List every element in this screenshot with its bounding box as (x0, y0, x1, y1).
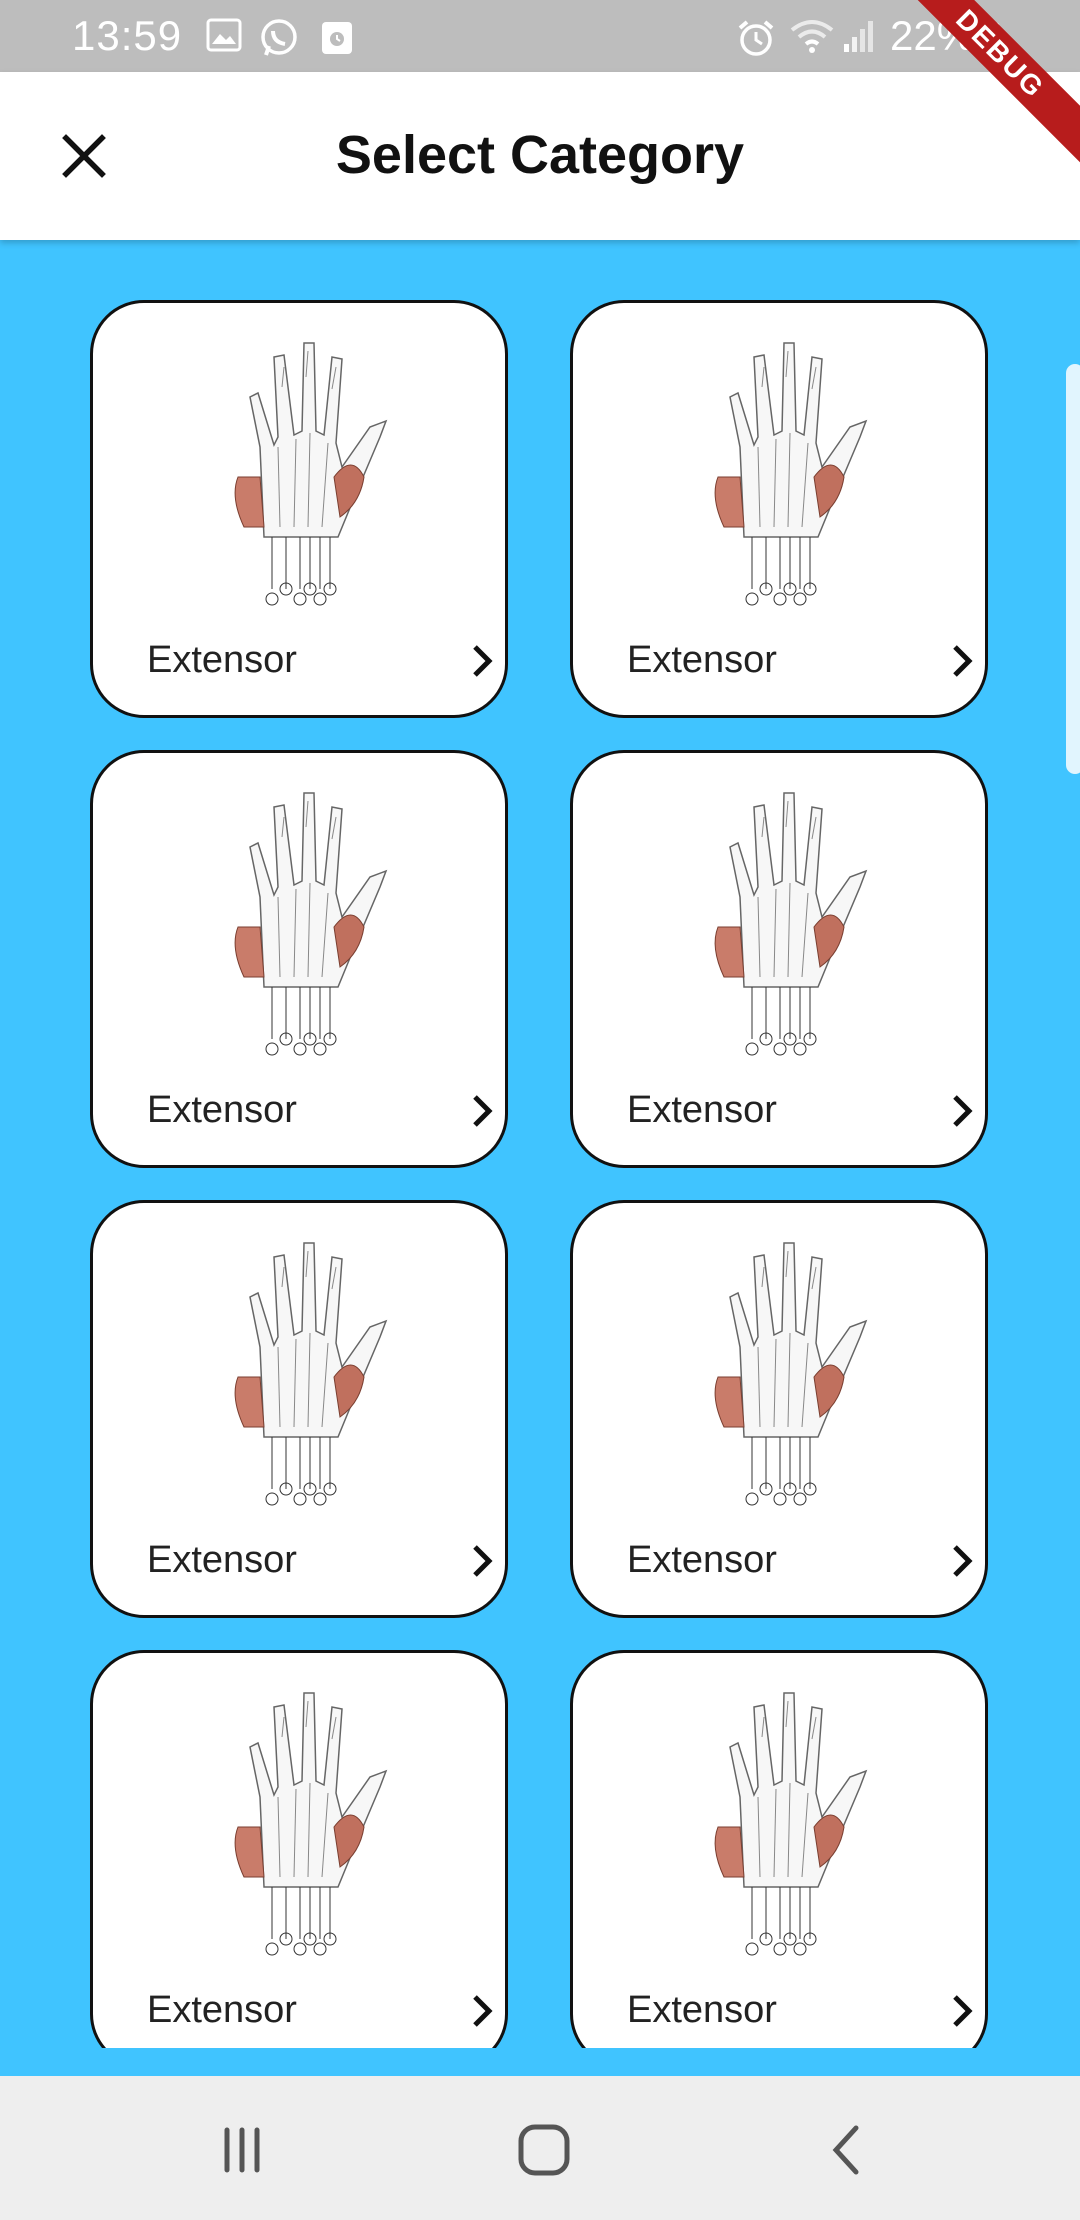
category-card[interactable]: Extensor (90, 300, 508, 718)
recents-icon (224, 2127, 260, 2173)
hand-anatomy-image (714, 1242, 868, 1506)
card-label: Extensor (627, 639, 777, 681)
category-card[interactable]: Extensor (570, 1200, 988, 1618)
chevron-right-icon (473, 1995, 493, 2027)
back-button[interactable] (806, 2120, 886, 2180)
hand-anatomy-image (234, 1242, 388, 1506)
category-card[interactable]: Extensor (570, 1650, 988, 2048)
calendar-icon (322, 22, 352, 54)
signal-icon (844, 21, 873, 52)
wifi-icon (790, 20, 834, 53)
card-label: Extensor (147, 1539, 297, 1581)
chevron-right-icon (473, 1095, 493, 1127)
home-button[interactable] (504, 2120, 584, 2180)
hand-anatomy-image (714, 792, 868, 1056)
status-bar: 13:59 22% (0, 0, 1080, 72)
chevron-right-icon (953, 645, 973, 677)
card-label: Extensor (627, 1089, 777, 1131)
chevron-right-icon (473, 645, 493, 677)
category-card[interactable]: Extensor (90, 1650, 508, 2048)
category-card[interactable]: Extensor (570, 750, 988, 1168)
card-label: Extensor (147, 1089, 297, 1131)
system-nav-bar (0, 2076, 1080, 2220)
image-icon (206, 18, 242, 52)
card-label: Extensor (147, 639, 297, 681)
chevron-right-icon (473, 1545, 493, 1577)
alarm-icon (738, 20, 774, 56)
card-label: Extensor (147, 1989, 297, 2031)
whatsapp-icon (261, 19, 297, 56)
card-label: Extensor (627, 1989, 777, 2031)
home-icon (518, 2124, 570, 2176)
hand-anatomy-image (234, 1692, 388, 1956)
chevron-right-icon (953, 1995, 973, 2027)
recents-button[interactable] (202, 2120, 282, 2180)
chevron-right-icon (953, 1095, 973, 1127)
app-bar: Select Category (0, 72, 1080, 240)
hand-anatomy-image (234, 792, 388, 1056)
card-label: Extensor (627, 1539, 777, 1581)
page-title: Select Category (335, 125, 745, 185)
scrollbar[interactable] (1066, 364, 1080, 774)
status-time: 13:59 (72, 12, 183, 59)
chevron-right-icon (953, 1545, 973, 1577)
category-card[interactable]: Extensor (570, 300, 988, 718)
category-card[interactable]: Extensor (90, 750, 508, 1168)
hand-anatomy-image (234, 342, 388, 606)
hand-anatomy-image (714, 1692, 868, 1956)
category-grid: Extensor Extensor Extensor Extensor Exte… (90, 300, 990, 2048)
back-icon (832, 2125, 859, 2175)
hand-anatomy-image (714, 342, 868, 606)
category-card[interactable]: Extensor (90, 1200, 508, 1618)
